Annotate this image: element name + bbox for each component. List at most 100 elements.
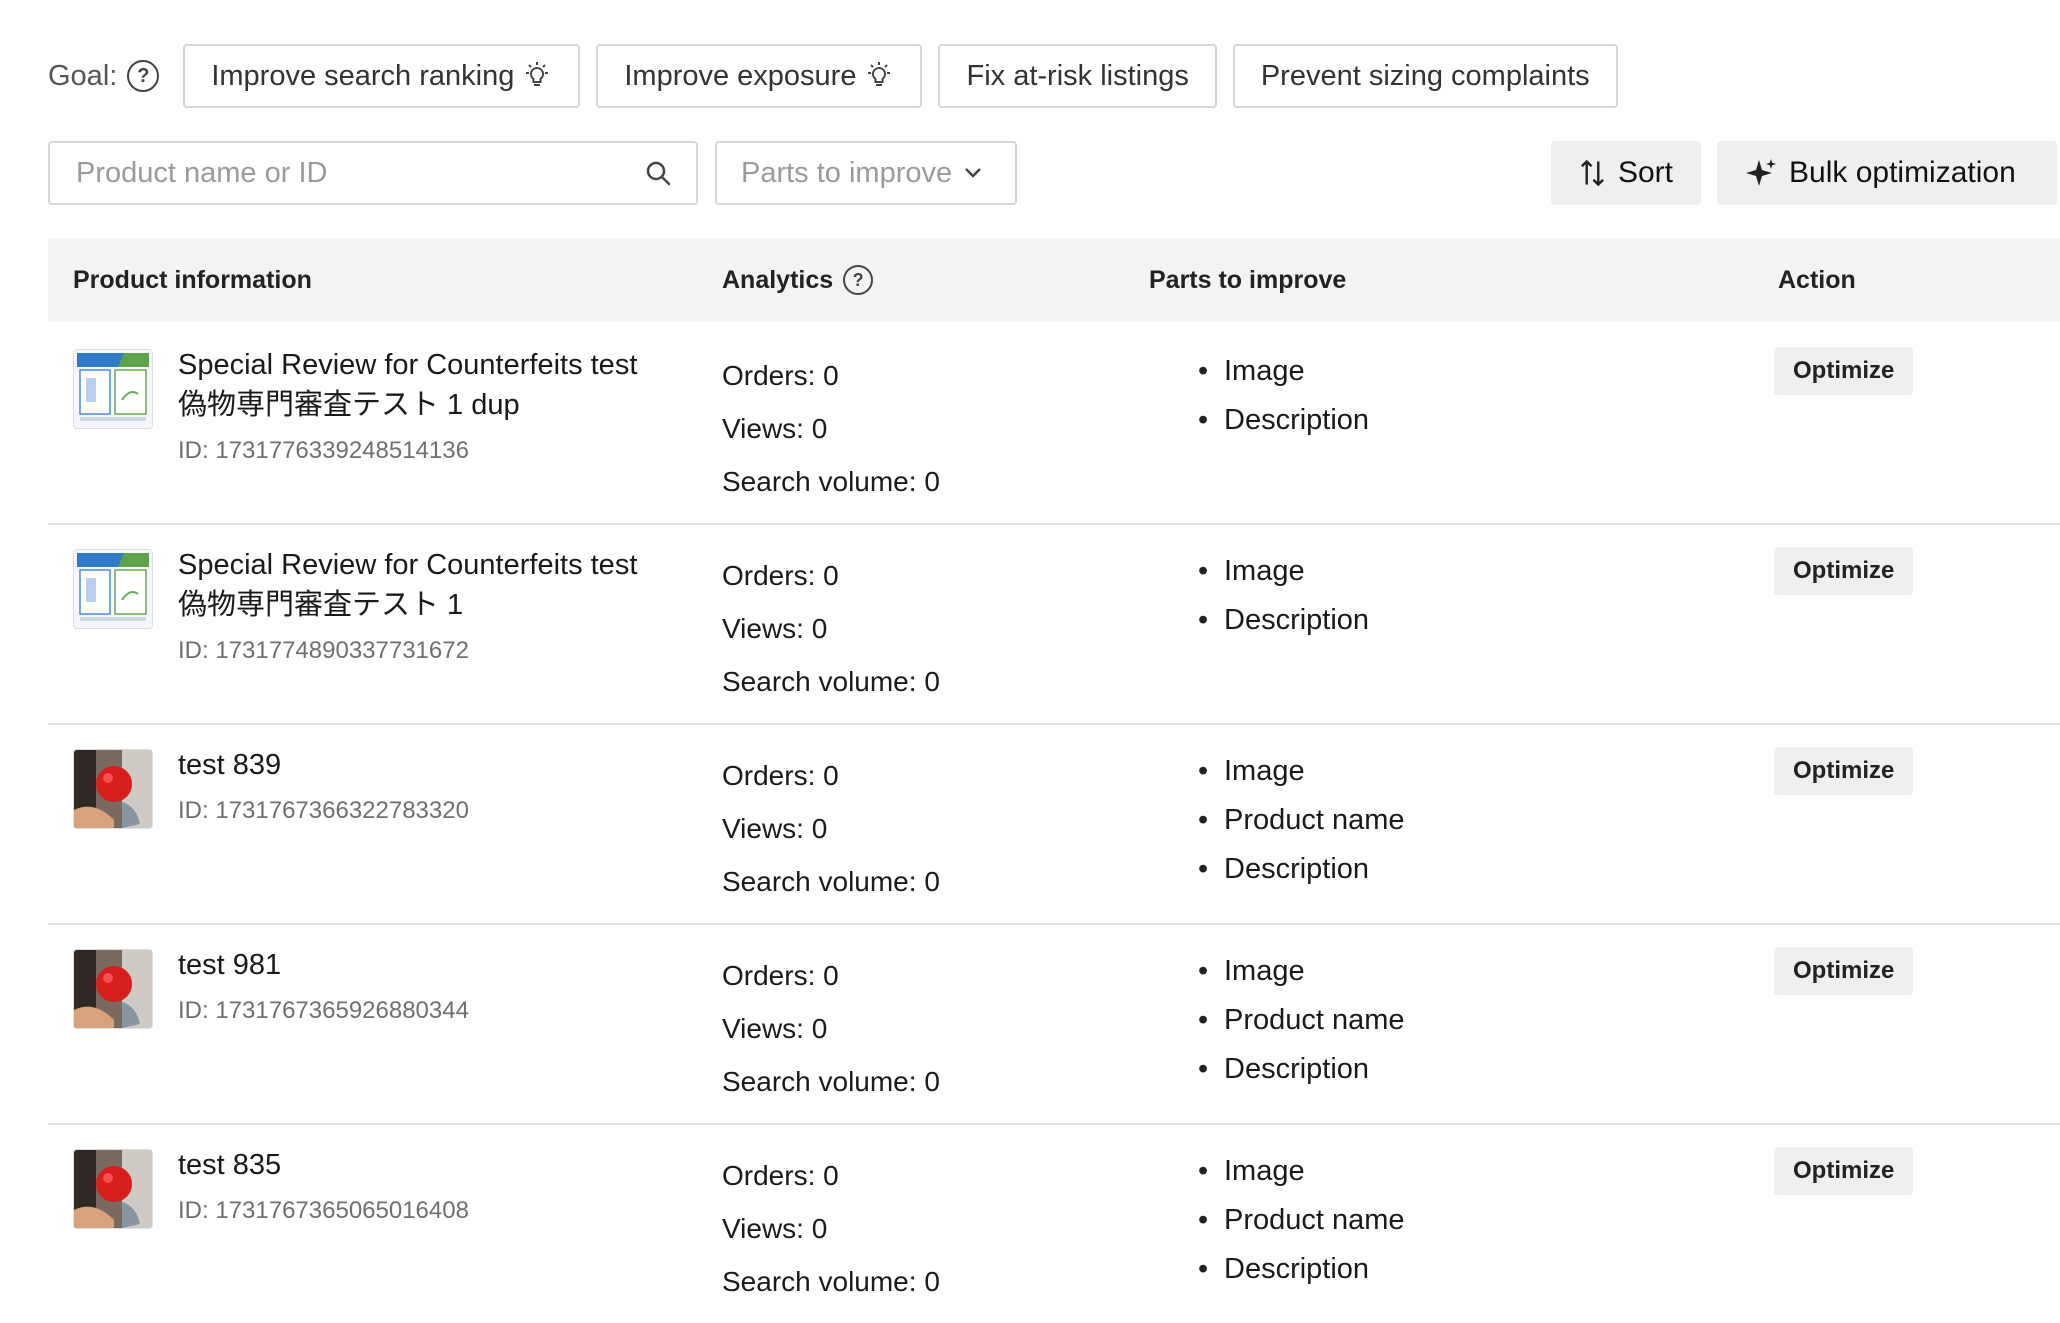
orders-count: Orders: 0 [722, 760, 839, 791]
poster-icon [74, 350, 152, 428]
search-volume: Search volume: 0 [722, 866, 940, 897]
analytics-cell: Orders: 0 Views: 0 Search volume: 0 [722, 549, 940, 708]
table-row: test 835 ID: 1731767365065016408 Orders:… [48, 1123, 2060, 1323]
analytics-cell: Orders: 0 Views: 0 Search volume: 0 [722, 349, 940, 508]
product-thumbnail [73, 1149, 153, 1229]
analytics-cell: Orders: 0 Views: 0 Search volume: 0 [722, 1149, 940, 1308]
views-count: Views: 0 [722, 413, 828, 444]
views-count: Views: 0 [722, 813, 828, 844]
goal-chip-label: Fix at-risk listings [966, 59, 1189, 92]
part-item: Description [1198, 396, 1369, 445]
goal-chip-label: Improve search ranking [211, 59, 515, 92]
search-icon[interactable] [644, 159, 672, 187]
optimize-button[interactable]: Optimize [1774, 947, 1914, 995]
product-info: test 835 ID: 1731767365065016408 [178, 1145, 698, 1227]
product-search-field[interactable] [48, 141, 698, 205]
table-row: Special Review for Counterfeits test 偽物専… [48, 323, 2060, 525]
parts-list: Image Product name Description [1198, 947, 1405, 1094]
part-item: Description [1198, 1045, 1405, 1094]
part-item: Image [1198, 347, 1369, 396]
parts-list: Image Description [1198, 547, 1369, 645]
lightbulb-sparkle-icon [526, 62, 549, 86]
optimize-button[interactable]: Optimize [1774, 747, 1914, 795]
search-volume: Search volume: 0 [722, 666, 940, 697]
sort-label: Sort [1617, 156, 1673, 189]
part-item: Product name [1198, 996, 1405, 1045]
search-input[interactable] [74, 155, 644, 191]
header-analytics-label: Analytics [722, 265, 834, 294]
table-row: Special Review for Counterfeits test 偽物専… [48, 523, 2060, 725]
parts-list: Image Product name Description [1198, 1147, 1405, 1294]
goal-chip-search-ranking[interactable]: Improve search ranking [183, 44, 581, 108]
parts-to-improve-select[interactable]: Parts to improve [715, 141, 1017, 205]
product-name-secondary[interactable]: 偽物専門審査テスト 1 dup [178, 385, 698, 425]
parts-list: Image Description [1198, 347, 1369, 445]
part-item: Product name [1198, 1196, 1405, 1245]
table-row: test 839 ID: 1731767366322783320 Orders:… [48, 723, 2060, 925]
analytics-cell: Orders: 0 Views: 0 Search volume: 0 [722, 749, 940, 908]
part-item: Description [1198, 1245, 1405, 1294]
select-placeholder: Parts to improve [741, 156, 953, 189]
lightbulb-sparkle-icon [868, 62, 891, 86]
orders-count: Orders: 0 [722, 960, 839, 991]
part-item: Image [1198, 547, 1369, 596]
product-name[interactable]: Special Review for Counterfeits test [178, 345, 698, 385]
header-product-information: Product information [73, 265, 312, 294]
apple-photo [74, 750, 152, 828]
product-thumbnail [73, 549, 153, 629]
part-item: Image [1198, 747, 1405, 796]
sort-button[interactable]: Sort [1551, 141, 1701, 205]
product-thumbnail [73, 349, 153, 429]
orders-count: Orders: 0 [722, 560, 839, 591]
part-item: Image [1198, 947, 1405, 996]
part-item: Description [1198, 596, 1369, 645]
product-id: ID: 1731767366322783320 [178, 797, 469, 824]
product-id: ID: 1731767365926880344 [178, 997, 469, 1024]
orders-count: Orders: 0 [722, 1160, 839, 1191]
part-item: Description [1198, 845, 1405, 894]
search-volume: Search volume: 0 [722, 1066, 940, 1097]
goal-chip-at-risk[interactable]: Fix at-risk listings [938, 44, 1217, 108]
goal-filter-bar: Goal: ? Improve search ranking Improve e… [48, 44, 1634, 108]
product-thumbnail [73, 749, 153, 829]
product-thumbnail [73, 949, 153, 1029]
search-volume: Search volume: 0 [722, 466, 940, 497]
product-info: Special Review for Counterfeits test 偽物専… [178, 345, 698, 467]
table-header: Product information Analytics ? Parts to… [48, 238, 2060, 322]
optimize-button[interactable]: Optimize [1774, 347, 1914, 395]
goal-chip-exposure[interactable]: Improve exposure [596, 44, 923, 108]
part-item: Image [1198, 1147, 1405, 1196]
chevron-down-icon [965, 168, 982, 178]
product-id: ID: 1731767365065016408 [178, 1197, 469, 1224]
product-info: Special Review for Counterfeits test 偽物専… [178, 545, 698, 667]
views-count: Views: 0 [722, 1213, 828, 1244]
apple-photo [74, 1150, 152, 1228]
header-action: Action [1778, 265, 1856, 294]
bulk-optimization-button[interactable]: Bulk optimization [1717, 141, 2057, 205]
parts-list: Image Product name Description [1198, 747, 1405, 894]
product-id: ID: 1731776339248514136 [178, 437, 469, 464]
product-name[interactable]: Special Review for Counterfeits test [178, 545, 698, 585]
sparkle-icon [1746, 159, 1776, 186]
poster-icon [74, 550, 152, 628]
product-info: test 981 ID: 1731767365926880344 [178, 945, 698, 1027]
bulk-optimization-label: Bulk optimization [1789, 156, 2016, 189]
optimize-button[interactable]: Optimize [1774, 547, 1914, 595]
views-count: Views: 0 [722, 613, 828, 644]
sort-icon [1581, 159, 1604, 187]
product-info: test 839 ID: 1731767366322783320 [178, 745, 698, 827]
goal-chip-sizing[interactable]: Prevent sizing complaints [1232, 44, 1618, 108]
product-name-secondary[interactable]: 偽物専門審査テスト 1 [178, 585, 698, 625]
goal-label: Goal: [48, 59, 118, 92]
product-name[interactable]: test 981 [178, 945, 698, 985]
analytics-cell: Orders: 0 Views: 0 Search volume: 0 [722, 949, 940, 1108]
goal-label-group: Goal: ? [48, 59, 160, 93]
table-row: test 981 ID: 1731767365926880344 Orders:… [48, 923, 2060, 1125]
help-icon[interactable]: ? [127, 60, 160, 92]
product-id: ID: 1731774890337731672 [178, 637, 469, 664]
optimize-button[interactable]: Optimize [1774, 1147, 1914, 1195]
product-name[interactable]: test 835 [178, 1145, 698, 1185]
header-analytics: Analytics ? [722, 238, 874, 322]
help-icon[interactable]: ? [843, 265, 874, 295]
product-name[interactable]: test 839 [178, 745, 698, 785]
